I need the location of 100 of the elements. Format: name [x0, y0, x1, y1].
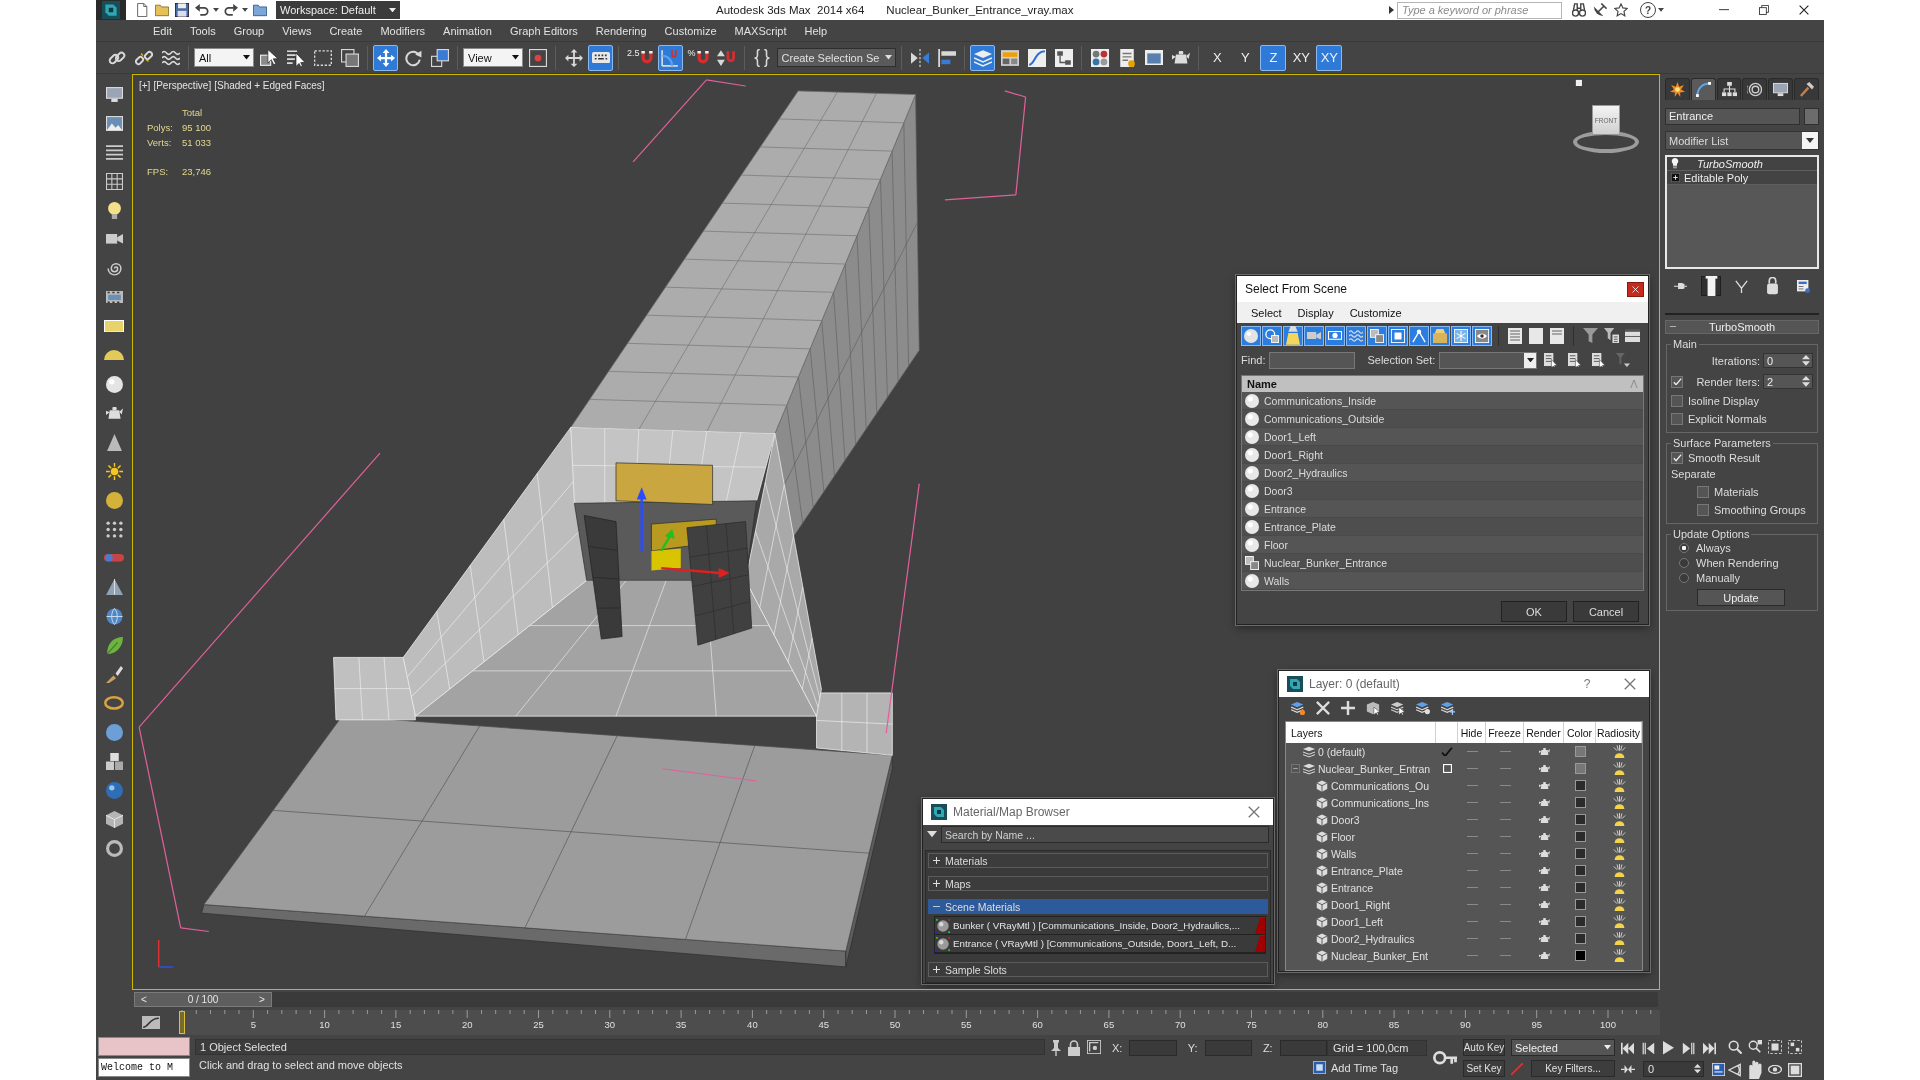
previous-frame-button[interactable]: < [138, 993, 150, 1006]
checkbox[interactable] [1671, 375, 1683, 388]
check-icon[interactable] [1441, 746, 1453, 757]
color-swatch[interactable] [1574, 780, 1586, 791]
layers-button[interactable] [970, 44, 996, 71]
navigation-button[interactable] [1747, 1040, 1763, 1054]
angle-snap-button[interactable] [657, 44, 683, 71]
sun-rays-icon[interactable] [1612, 830, 1626, 843]
sun-rays-icon[interactable] [1612, 864, 1626, 877]
square-marker-icon[interactable] [1575, 79, 1582, 86]
filter-toggle[interactable] [1346, 325, 1366, 346]
rollout-header[interactable]: TurboSmooth [1665, 320, 1819, 334]
teapot-icon[interactable] [1538, 866, 1550, 875]
quick-access-button[interactable] [223, 2, 239, 18]
filter-toggle[interactable] [1325, 325, 1345, 346]
panel-tab[interactable] [1742, 78, 1768, 100]
set-key-button[interactable]: Set Key [1463, 1060, 1505, 1077]
teapot-icon[interactable] [105, 407, 123, 419]
menu-item[interactable]: Views [273, 24, 321, 37]
menu-item[interactable]: Edit [144, 24, 181, 37]
cone-icon[interactable] [105, 433, 123, 451]
object-name[interactable]: Door1_Left [1331, 915, 1383, 928]
axis-constraint-button[interactable]: XY [1316, 44, 1343, 71]
column-header[interactable]: Radiosity [1596, 722, 1642, 743]
object-name[interactable]: Door1_Right [1331, 898, 1390, 911]
layer-name[interactable]: Nuclear_Bunker_Entran [1318, 762, 1431, 775]
frame-field[interactable]: 0 [1643, 1061, 1704, 1077]
checkbox[interactable] [1697, 504, 1709, 516]
teapot-icon[interactable] [1538, 747, 1550, 756]
dialog-button[interactable]: Cancel [1573, 601, 1639, 622]
filter-toggle[interactable] [1472, 325, 1492, 346]
object-name[interactable]: Floor [1331, 830, 1355, 843]
sun-rays-icon[interactable] [1612, 949, 1626, 962]
layer-tool-button[interactable] [1291, 701, 1305, 715]
brush-icon[interactable] [105, 665, 123, 683]
layer-tool-button[interactable] [1316, 701, 1330, 715]
time-slider-track[interactable]: < 0 / 100 > [134, 992, 1658, 1007]
menu-item[interactable]: MAXScript [725, 24, 796, 37]
object-color-swatch[interactable] [1804, 108, 1819, 125]
menu-item[interactable]: Animation [434, 24, 501, 37]
minus-box-icon[interactable] [1290, 764, 1300, 773]
axis-constraint-button[interactable]: XY [1288, 44, 1315, 71]
checkbox-label[interactable]: Isoline Display [1688, 395, 1759, 407]
color-swatch[interactable] [1574, 950, 1586, 961]
playback-button[interactable] [1642, 1041, 1655, 1055]
display-button[interactable] [1526, 325, 1546, 346]
filter-button[interactable] [1601, 325, 1621, 346]
object-row[interactable]: Door1_Left [1242, 428, 1643, 446]
coordinate-field[interactable] [1204, 1040, 1252, 1056]
time-slider-thumb[interactable]: < 0 / 100 > [134, 992, 272, 1007]
ring-icon[interactable] [104, 696, 124, 710]
object-row[interactable]: Floor [1242, 536, 1643, 554]
menu-item[interactable]: Rendering [586, 24, 656, 37]
script-listener-field[interactable] [98, 1037, 190, 1056]
pushpin-icon[interactable] [1051, 1040, 1061, 1056]
sun-rays-icon[interactable] [1612, 779, 1626, 792]
object-name[interactable]: Communications_Ins [1331, 796, 1430, 809]
film-strip-icon[interactable] [105, 290, 123, 304]
sphere-icon[interactable] [105, 491, 123, 509]
color-swatch[interactable] [1574, 831, 1586, 842]
panel-tab[interactable] [1665, 78, 1690, 100]
layer-tool-button[interactable] [1416, 701, 1430, 715]
coordinate-field[interactable] [1279, 1040, 1327, 1056]
object-name[interactable]: Communications_Ou [1331, 779, 1430, 792]
checkbox-label[interactable]: Smoothing Groups [1714, 504, 1806, 516]
spinner-field[interactable]: 0 [1763, 353, 1813, 368]
menu-item[interactable]: Modifiers [371, 24, 435, 37]
checkbox-label[interactable]: Smooth Result [1688, 452, 1761, 464]
star-icon[interactable] [1614, 3, 1628, 17]
object-row[interactable]: Nuclear_Bunker_Entrance [1242, 554, 1643, 572]
search-field[interactable]: Type a keyword or phrase [1397, 1, 1562, 19]
object-row[interactable]: Entrance_Plate [1242, 518, 1643, 536]
object-name[interactable]: Door3 [1331, 813, 1360, 826]
layer-tool-button[interactable] [1441, 701, 1455, 715]
sun-rays-icon[interactable] [1612, 813, 1626, 826]
arrows-meeting-icon[interactable] [1621, 1064, 1635, 1074]
playback-button[interactable] [1703, 1041, 1716, 1055]
checkbox[interactable] [1671, 452, 1683, 464]
axis-constraint-button[interactable]: X [1204, 44, 1231, 71]
column-header[interactable]: Color [1564, 722, 1596, 743]
end-result-button[interactable] [1701, 276, 1722, 296]
column-header[interactable]: Hide [1458, 722, 1486, 743]
dots-grid-icon[interactable] [105, 520, 123, 538]
workspace-dropdown[interactable]: Workspace: Default [276, 1, 400, 19]
selection-set-dropdown[interactable] [1439, 351, 1538, 369]
sun-rays-icon[interactable] [1612, 898, 1626, 911]
sun-rays-icon[interactable] [1612, 745, 1626, 758]
navigation-button[interactable] [1747, 1060, 1763, 1080]
menu-item[interactable]: Help [795, 24, 837, 37]
object-name[interactable]: Door2_Hydraulics [1331, 932, 1415, 945]
filter-button[interactable] [1580, 325, 1600, 346]
list-lines-icon[interactable] [105, 143, 123, 161]
menu-item[interactable]: Customize [1341, 306, 1410, 319]
keyboard-button[interactable] [588, 44, 613, 71]
checkbox[interactable] [1697, 486, 1709, 498]
close-button[interactable] [1247, 805, 1261, 819]
spinner-field[interactable]: 2 [1763, 374, 1813, 389]
group-header[interactable]: Sample Slots [928, 962, 1268, 977]
checkbox[interactable] [1671, 395, 1683, 407]
color-swatch[interactable] [1574, 746, 1586, 757]
